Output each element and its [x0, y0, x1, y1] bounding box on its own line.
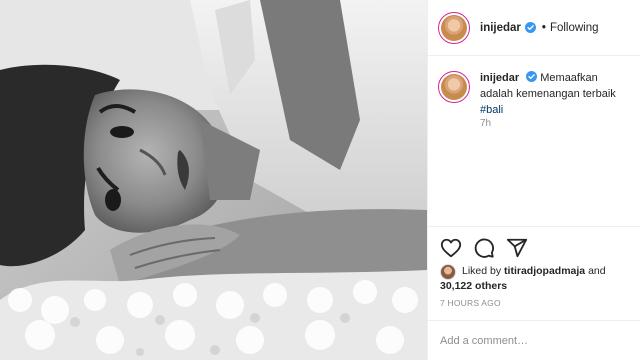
caption-author-avatar[interactable]	[438, 71, 470, 103]
author-avatar[interactable]	[438, 11, 470, 44]
following-button[interactable]: Following	[550, 22, 599, 34]
liker-avatar[interactable]	[440, 264, 456, 280]
heart-icon[interactable]	[440, 237, 462, 259]
post-caption: inijedar Memaafkan adalah kemenangan ter…	[438, 70, 638, 118]
verified-badge-icon	[526, 71, 538, 82]
post-timestamp[interactable]: 7 HOURS AGO	[440, 298, 501, 308]
likes-and: and	[588, 265, 606, 277]
others-likes-link[interactable]: 30,122 others	[440, 279, 606, 294]
post-photo[interactable]	[0, 0, 427, 360]
instagram-post: inijedar • Following inijedar Memaafkan …	[0, 0, 640, 360]
caption-timestamp[interactable]: 7h	[480, 118, 491, 129]
first-liker-link[interactable]: titiradjopadmaja	[504, 265, 585, 277]
paper-plane-icon[interactable]	[506, 237, 528, 259]
verified-badge-icon	[524, 22, 536, 33]
header-meta: inijedar • Following	[480, 22, 599, 34]
speech-bubble-icon[interactable]	[473, 237, 495, 259]
action-bar	[428, 226, 640, 259]
comment-input[interactable]	[440, 334, 630, 347]
author-username[interactable]: inijedar	[480, 22, 521, 34]
portrait-image	[0, 0, 427, 360]
likes-summary: Liked by titiradjopadmaja and 30,122 oth…	[440, 264, 606, 294]
post-header: inijedar • Following	[428, 0, 640, 56]
likes-prefix: Liked by	[462, 265, 502, 277]
header-separator: •	[541, 21, 546, 34]
caption-hashtag-link[interactable]: #bali	[480, 104, 503, 116]
caption-body: inijedar Memaafkan adalah kemenangan ter…	[480, 70, 630, 118]
likes-text: Liked by titiradjopadmaja and 30,122 oth…	[440, 264, 606, 294]
post-sidebar: inijedar • Following inijedar Memaafkan …	[427, 0, 640, 360]
comment-bar	[428, 320, 640, 360]
caption-username[interactable]: inijedar	[480, 72, 519, 84]
